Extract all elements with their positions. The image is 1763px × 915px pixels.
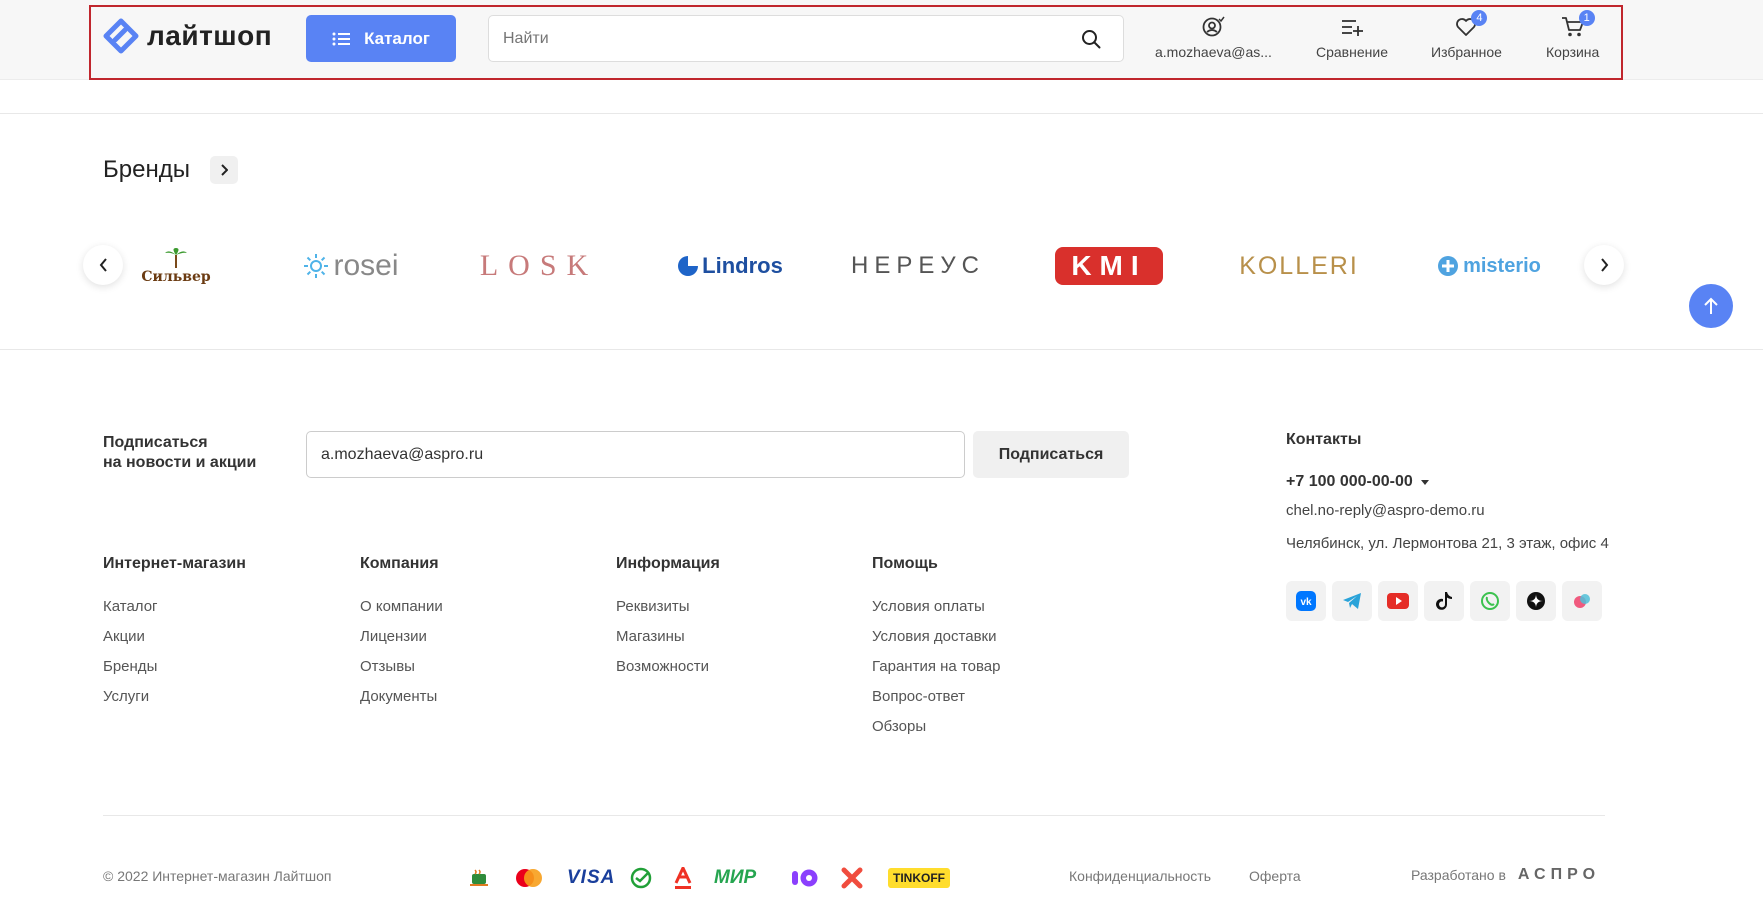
chevron-right-icon <box>1600 258 1608 272</box>
mastercard-icon <box>514 864 544 892</box>
contacts-title: Контакты <box>1286 431 1362 448</box>
sber-icon <box>630 864 652 892</box>
subscribe-label: Подписаться на новости и акции <box>103 433 256 473</box>
footer-link[interactable]: Вопрос-ответ <box>872 682 1000 712</box>
footer-link[interactable]: Условия доставки <box>872 622 1000 652</box>
brands-title: Бренды <box>103 156 190 183</box>
copyright: © 2022 Интернет-магазин Лайтшоп <box>103 868 332 884</box>
footer-link[interactable]: Возможности <box>616 652 720 682</box>
brand-name-kolleri: KOLLERI <box>1239 251 1359 280</box>
tinkoff-text: TINKOFF <box>888 868 950 888</box>
footer-column-title: Информация <box>616 555 720 572</box>
tinkoff-logo: TINKOFF <box>888 864 950 892</box>
alfa-icon <box>674 864 692 892</box>
brand-logo-losk[interactable]: LOSK <box>469 240 609 292</box>
footer-column-shop: Интернет-магазин Каталог Акции Бренды Ус… <box>103 555 246 712</box>
svg-text:vk: vk <box>1300 597 1312 608</box>
privacy-link[interactable]: Конфиденциальность <box>1069 868 1211 884</box>
footer-link[interactable]: Гарантия на товар <box>872 652 1000 682</box>
subscribe-email-input[interactable]: a.mozhaeva@aspro.ru <box>306 431 965 478</box>
developer-logo: АСПРО <box>1517 866 1601 883</box>
yoomoney-icon <box>791 864 819 892</box>
brand-logo-misterio[interactable]: misterio <box>1419 240 1559 292</box>
visa-text: VISA <box>567 867 616 888</box>
developer-credit[interactable]: Разработано в АСПРО <box>1411 866 1600 884</box>
mir-logo: МИР <box>714 864 756 892</box>
brand-name-nereus: НЕРЕУС <box>851 252 985 279</box>
footer-column-title: Компания <box>360 555 439 572</box>
palm-icon <box>164 248 187 268</box>
brand-name-misterio: misterio <box>1463 254 1541 277</box>
brand-logo-silver[interactable]: Сильвер <box>106 240 246 292</box>
brand-logo-nereus[interactable]: НЕРЕУС <box>848 240 988 292</box>
footer-column-company: Компания О компании Лицензии Отзывы Доку… <box>360 555 443 712</box>
brand-name-rosei: rosei <box>333 249 399 282</box>
footer-divider <box>0 349 1763 350</box>
whatsapp-icon[interactable] <box>1470 581 1510 621</box>
contact-address: Челябинск, ул. Лермонтова 21, 3 этаж, оф… <box>1286 535 1609 552</box>
visa-logo: VISA <box>567 864 615 892</box>
subscribe-label-line1: Подписаться <box>103 434 208 451</box>
tiktok-icon[interactable] <box>1424 581 1464 621</box>
youtube-icon[interactable] <box>1378 581 1418 621</box>
lindros-mark-icon <box>678 256 699 276</box>
social-links: vk <box>1286 581 1606 621</box>
sun-icon <box>304 254 329 278</box>
mir-text: МИР <box>714 867 757 888</box>
brand-logo-lindros[interactable]: Lindros <box>660 240 800 292</box>
odnoklassniki-icon[interactable] <box>1562 581 1602 621</box>
brand-logo-kolleri[interactable]: KOLLERI <box>1229 240 1369 292</box>
brand-name-losk: LOSK <box>479 249 599 282</box>
arrow-up-icon <box>1704 297 1718 314</box>
footer-link[interactable]: Акции <box>103 622 246 652</box>
footer-column-title: Интернет-магазин <box>103 555 246 572</box>
brand-name-kmi: KMI <box>1055 247 1163 285</box>
brand-logo-kmi[interactable]: KMI <box>1039 240 1179 292</box>
footer-link[interactable]: Каталог <box>103 592 246 622</box>
brand-name-silver: Сильвер <box>141 269 211 285</box>
contact-email[interactable]: chel.no-reply@aspro-demo.ru <box>1286 501 1606 520</box>
footer-link[interactable]: Отзывы <box>360 652 443 682</box>
header-highlight-frame <box>89 5 1623 80</box>
footer-link[interactable]: Реквизиты <box>616 592 720 622</box>
footer-link[interactable]: Условия оплаты <box>872 592 1000 622</box>
brands-heading[interactable]: Бренды <box>103 156 238 184</box>
subscribe-label-line2: на новости и акции <box>103 454 257 471</box>
footer-link[interactable]: Лицензии <box>360 622 443 652</box>
subscribe-button[interactable]: Подписаться <box>973 431 1129 478</box>
bottom-divider <box>103 815 1605 816</box>
footer-link[interactable]: Услуги <box>103 682 246 712</box>
phone-dropdown[interactable]: +7 100 000-00-00 <box>1286 473 1606 491</box>
footer-link[interactable]: Обзоры <box>872 712 1000 742</box>
chevron-right-icon <box>221 164 228 176</box>
telegram-icon[interactable] <box>1332 581 1372 621</box>
caret-down-icon <box>1420 479 1429 485</box>
plus-circle-icon <box>1438 256 1459 276</box>
zen-icon[interactable] <box>1516 581 1556 621</box>
footer-link[interactable]: О компании <box>360 592 443 622</box>
footer-column-title: Помощь <box>872 555 938 572</box>
x-icon <box>841 864 863 892</box>
footer-link[interactable]: Магазины <box>616 622 720 652</box>
footer-column-info: Информация Реквизиты Магазины Возможност… <box>616 555 720 682</box>
brands-more-button[interactable] <box>209 156 238 184</box>
cup-icon <box>469 864 491 892</box>
vk-icon[interactable]: vk <box>1286 581 1326 621</box>
brand-logo-rosei[interactable]: rosei <box>281 240 421 292</box>
developed-by-label: Разработано в <box>1411 867 1506 883</box>
phone-number: +7 100 000-00-00 <box>1286 473 1413 490</box>
scroll-top-button[interactable] <box>1689 284 1733 328</box>
brand-name-lindros: Lindros <box>702 253 783 278</box>
footer-link[interactable]: Документы <box>360 682 443 712</box>
section-divider <box>0 113 1763 114</box>
footer-column-help: Помощь Условия оплаты Условия доставки Г… <box>872 555 1000 742</box>
brands-next-button[interactable] <box>1584 245 1624 285</box>
offer-link[interactable]: Оферта <box>1249 868 1301 884</box>
footer-link[interactable]: Бренды <box>103 652 246 682</box>
contacts-block: Контакты +7 100 000-00-00 chel.no-reply@… <box>1286 431 1609 621</box>
